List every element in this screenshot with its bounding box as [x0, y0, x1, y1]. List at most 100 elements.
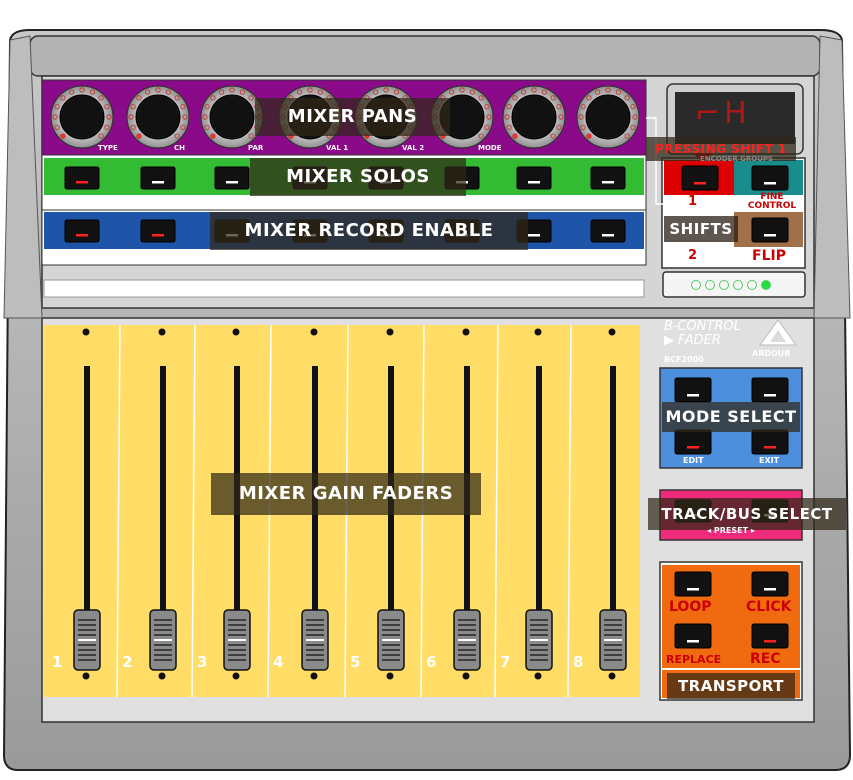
encoder-led-dot: [60, 133, 66, 139]
shift-1-label: 1: [688, 194, 698, 209]
fader-top-dot: [158, 328, 166, 336]
replace-label: REPLACE: [666, 653, 722, 666]
button-led: [764, 640, 776, 643]
button-led: [687, 588, 699, 591]
loop-button[interactable]: [674, 571, 712, 597]
encoder-label-5: VAL 2: [402, 144, 425, 152]
maker-label: ARDOUR: [752, 349, 791, 358]
fader-top-dot: [310, 328, 318, 336]
button-led: [528, 234, 540, 237]
encoder-led-dot: [512, 133, 518, 139]
fader-number-6: 6: [426, 653, 437, 671]
click-button[interactable]: [751, 571, 789, 597]
encoder-led-dot: [586, 133, 592, 139]
fader-number-8: 8: [573, 653, 584, 671]
fader-bottom-dot: [232, 672, 240, 680]
button-led: [528, 181, 540, 184]
mode-button-2[interactable]: [751, 377, 789, 403]
fader-track-1: [84, 366, 90, 648]
mode-button-1[interactable]: [674, 377, 712, 403]
button-led: [764, 394, 776, 397]
button-led: [76, 234, 88, 237]
solo-button-3[interactable]: [214, 166, 250, 190]
fader-bottom-dot: [82, 672, 90, 680]
solo-button-2[interactable]: [140, 166, 176, 190]
encoder-groups-caption: ENCODER GROUPS: [700, 155, 774, 163]
top-lip: [29, 35, 821, 77]
click-label: CLICK: [746, 599, 792, 615]
solo-button-8[interactable]: [590, 166, 626, 190]
button-led: [152, 234, 164, 237]
flip-button[interactable]: [751, 217, 789, 243]
zone-label-faders: MIXER GAIN FADERS: [211, 473, 481, 515]
fader-number-2: 2: [122, 653, 133, 671]
pan-encoder-1[interactable]: [59, 94, 105, 140]
fader-top-dot: [462, 328, 470, 336]
fader-track-2: [160, 366, 166, 648]
encoder-led-dot: [136, 133, 142, 139]
pan-encoder-7[interactable]: [511, 94, 557, 140]
button-led: [764, 588, 776, 591]
button-led: [764, 234, 776, 237]
fader-number-4: 4: [273, 653, 284, 671]
brand-line-1: B-CONTROL: [664, 319, 741, 334]
button-led: [226, 181, 238, 184]
preset-caption: ◂ PRESET ▸: [707, 526, 755, 535]
flip-label: FLIP: [752, 248, 786, 264]
model-label: BCF2000: [664, 355, 704, 364]
edit-label: EDIT: [683, 456, 704, 465]
shift-2-label: 2: [688, 248, 698, 263]
button-led: [687, 640, 699, 643]
recessed-slot: [43, 279, 645, 298]
fader-top-dot: [534, 328, 542, 336]
brand-line-2-arrow-icon: ▶: [664, 333, 674, 348]
fader-bottom-dot: [462, 672, 470, 680]
zone-label-pans: MIXER PANS: [255, 98, 450, 136]
edit-button[interactable]: [674, 429, 712, 455]
encoder-label-4: VAL 1: [326, 144, 349, 152]
record-button-2[interactable]: [140, 219, 176, 243]
bcf2000-controller-diagram: MIXER PANS MIXER SOLOS MIXER RECORD ENAB…: [0, 0, 853, 776]
button-led: [76, 181, 88, 184]
loop-label: LOOP: [669, 599, 712, 615]
fader-top-dot: [386, 328, 394, 336]
encoder-led-dot: [210, 133, 216, 139]
shift-button-1[interactable]: [681, 165, 719, 191]
fader-bottom-dot: [158, 672, 166, 680]
encoder-label-2: CH: [174, 144, 185, 152]
fader-track-7: [536, 366, 542, 648]
button-led: [764, 446, 776, 449]
zone-label-record: MIXER RECORD ENABLE: [210, 212, 528, 250]
fader-track-8: [610, 366, 616, 648]
record-button-8[interactable]: [590, 219, 626, 243]
pan-encoder-2[interactable]: [135, 94, 181, 140]
zone-label-solos: MIXER SOLOS: [250, 158, 466, 196]
fader-number-5: 5: [350, 653, 361, 671]
pan-encoder-8[interactable]: [585, 94, 631, 140]
encoder-label-3: PAR: [248, 144, 264, 152]
zone-label-mode-select: MODE SELECT: [662, 402, 800, 432]
button-led: [152, 181, 164, 184]
fader-top-dot: [232, 328, 240, 336]
replace-button[interactable]: [674, 623, 712, 649]
record-button-1[interactable]: [64, 219, 100, 243]
preset-led-6: [761, 280, 771, 290]
button-led: [602, 181, 614, 184]
display-readout: ⌐H: [695, 96, 751, 131]
solo-button-7[interactable]: [516, 166, 552, 190]
fader-bottom-dot: [386, 672, 394, 680]
rec-button[interactable]: [751, 623, 789, 649]
solo-button-1[interactable]: [64, 166, 100, 190]
fader-top-dot: [608, 328, 616, 336]
fader-bottom-dot: [534, 672, 542, 680]
exit-button[interactable]: [751, 429, 789, 455]
right-bevel: [813, 35, 851, 319]
encoder-label-6: MODE: [478, 144, 502, 152]
button-led: [687, 394, 699, 397]
button-led: [687, 446, 699, 449]
fine-control-button[interactable]: [751, 165, 789, 191]
zone-label-transport: TRANSPORT: [667, 673, 795, 699]
encoder-label-1: TYPE: [98, 144, 118, 152]
pan-encoder-3[interactable]: [209, 94, 255, 140]
exit-label: EXIT: [759, 456, 780, 465]
